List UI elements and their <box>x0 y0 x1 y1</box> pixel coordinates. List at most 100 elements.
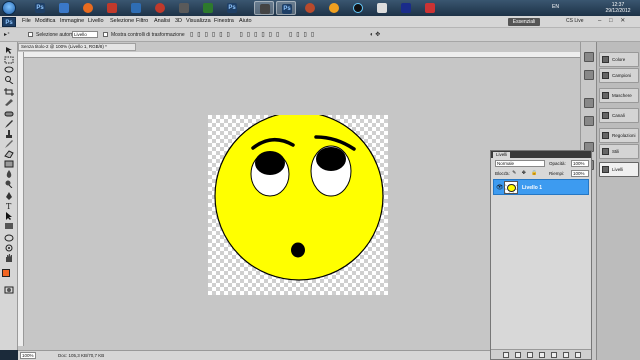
panel-livelli-button[interactable]: Livelli <box>599 162 639 177</box>
3d-rotate-tool-icon[interactable] <box>4 234 14 242</box>
taskbar-app-icon[interactable] <box>174 1 194 15</box>
window-controls[interactable]: – □ ✕ <box>598 17 628 24</box>
eraser-tool-icon[interactable] <box>4 150 14 158</box>
new-group-icon[interactable] <box>551 352 557 358</box>
taskbar-app-icon[interactable] <box>150 1 170 15</box>
panel-colore-button[interactable]: Colore <box>599 52 639 67</box>
hand-tool-icon[interactable] <box>4 254 14 262</box>
layers-panel-titlebar[interactable]: Livelli <box>491 151 591 158</box>
shape-tool-icon[interactable] <box>4 222 14 230</box>
layer-style-icon[interactable] <box>515 352 521 358</box>
taskbar-app-icon[interactable] <box>372 1 392 15</box>
menu-visualizza[interactable]: Visualizza <box>186 18 211 24</box>
document-canvas[interactable] <box>208 111 388 295</box>
system-clock[interactable]: 12:37 29/12/2012 <box>600 2 636 14</box>
taskbar-app-icon[interactable] <box>300 1 320 15</box>
panel-label: Livelli <box>612 167 624 172</box>
gradient-tool-icon[interactable] <box>4 160 14 168</box>
panel-regolazioni-button[interactable]: Regolazioni <box>599 128 639 143</box>
layer-row[interactable]: 👁 Livello 1 <box>493 179 589 195</box>
marquee-tool-icon[interactable] <box>4 56 14 64</box>
type-tool-icon[interactable]: T <box>4 202 14 210</box>
layers-tab[interactable]: Livelli <box>493 152 511 158</box>
panel-canali-button[interactable]: Canali <box>599 108 639 123</box>
menu-filtro[interactable]: Filtro <box>136 18 148 24</box>
blend-mode-dropdown[interactable]: Normale <box>495 160 545 167</box>
taskbar-app-icon[interactable]: Ps <box>30 1 50 15</box>
fill-label: Riempi: <box>549 171 565 176</box>
menu-modifica[interactable]: Modifica <box>35 18 55 24</box>
taskbar-app-icon[interactable] <box>420 1 440 15</box>
taskbar-app-icon[interactable] <box>254 1 274 15</box>
move-tool-icon[interactable] <box>4 46 14 54</box>
path-selection-tool-icon[interactable] <box>4 212 14 220</box>
3d-camera-tool-icon[interactable] <box>4 244 14 252</box>
document-info[interactable]: Doc: 105,3 KB/70,7 KB <box>58 353 104 358</box>
adjustment-layer-icon[interactable] <box>539 352 545 358</box>
taskbar-app-icon[interactable] <box>348 1 368 15</box>
blur-tool-icon[interactable] <box>4 170 14 178</box>
foreground-color-swatch[interactable] <box>2 269 10 277</box>
auto-select-checkbox[interactable] <box>28 32 33 37</box>
taskbar-app-icon[interactable] <box>396 1 416 15</box>
history-brush-tool-icon[interactable] <box>4 140 14 148</box>
show-transform-checkbox[interactable] <box>103 32 108 37</box>
workspace-essenziali-button[interactable]: Essenziali <box>508 18 540 26</box>
brush-tool-icon[interactable] <box>4 120 14 128</box>
align-buttons[interactable]: ▯▯▯▯▯▯ ▯▯▯▯▯▯ ▯▯▯▯ <box>190 31 318 38</box>
panel-campioni-button[interactable]: Campioni <box>599 68 639 83</box>
pen-tool-icon[interactable] <box>4 192 14 200</box>
brushes-panel-icon[interactable] <box>584 116 594 126</box>
panel-stili-button[interactable]: Stili <box>599 144 639 159</box>
taskbar-app-photoshop-active[interactable]: Ps <box>276 1 296 15</box>
menu-immagine[interactable]: Immagine <box>60 18 84 24</box>
quick-mask-icon[interactable] <box>4 286 14 294</box>
menu-livello[interactable]: Livello <box>88 18 104 24</box>
lock-buttons[interactable]: ▫ ✎ ✥ 🔒 <box>505 170 540 176</box>
3d-tools-icons[interactable]: ◐ ✥ <box>370 31 380 38</box>
panel-maschere-button[interactable]: Maschere <box>599 88 639 103</box>
document-tab[interactable]: Senza titolo-2 @ 100% (Livello 1, RGB/8)… <box>18 43 136 51</box>
trash-icon[interactable] <box>575 352 581 358</box>
keyboard-language[interactable]: EN <box>552 4 559 10</box>
menu-finestra[interactable]: Finestra <box>214 18 234 24</box>
clone-stamp-tool-icon[interactable] <box>4 130 14 138</box>
healing-brush-tool-icon[interactable] <box>4 110 14 118</box>
taskbar-app-icon[interactable] <box>54 1 74 15</box>
taskbar-app-icon[interactable] <box>198 1 218 15</box>
eyedropper-tool-icon[interactable] <box>4 98 14 106</box>
taskbar-app-icon[interactable]: Ps <box>222 1 242 15</box>
layer-name[interactable]: Livello 1 <box>522 185 542 191</box>
taskbar-app-icon[interactable] <box>102 1 122 15</box>
swatches-icon <box>602 72 609 79</box>
zoom-level-field[interactable]: 100% <box>20 352 36 359</box>
taskbar-app-icon[interactable] <box>324 1 344 15</box>
taskbar-app-icon[interactable] <box>126 1 146 15</box>
menu-selezione[interactable]: Selezione <box>110 18 134 24</box>
clone-source-icon[interactable] <box>584 98 594 108</box>
mouth <box>291 242 305 258</box>
styles-icon <box>602 148 609 155</box>
opacity-field[interactable]: 100% <box>571 160 589 167</box>
menu-3d[interactable]: 3D <box>175 18 182 24</box>
quick-selection-tool-icon[interactable] <box>4 76 14 84</box>
dodge-tool-icon[interactable] <box>4 180 14 188</box>
new-layer-icon[interactable] <box>563 352 569 358</box>
move-tool-preset-icon[interactable]: ▸⁺ <box>4 31 10 38</box>
menu-analisi[interactable]: Analisi <box>154 18 170 24</box>
history-panel-icon[interactable] <box>584 52 594 62</box>
fill-field[interactable]: 100% <box>571 170 589 177</box>
link-layers-icon[interactable] <box>503 352 509 358</box>
menu-aiuto[interactable]: Aiuto <box>239 18 252 24</box>
auto-select-dropdown[interactable]: Livello <box>72 31 98 38</box>
actions-panel-icon[interactable] <box>584 70 594 80</box>
menu-file[interactable]: File <box>22 18 31 24</box>
crop-tool-icon[interactable] <box>4 88 14 96</box>
layers-icon <box>602 166 609 173</box>
firefox-icon[interactable] <box>78 1 98 15</box>
add-mask-icon[interactable] <box>527 352 533 358</box>
lasso-tool-icon[interactable] <box>4 66 14 74</box>
start-orb-icon[interactable] <box>2 1 16 15</box>
cs-live-button[interactable]: CS Live <box>566 18 584 24</box>
visibility-eye-icon[interactable]: 👁 <box>496 184 504 191</box>
